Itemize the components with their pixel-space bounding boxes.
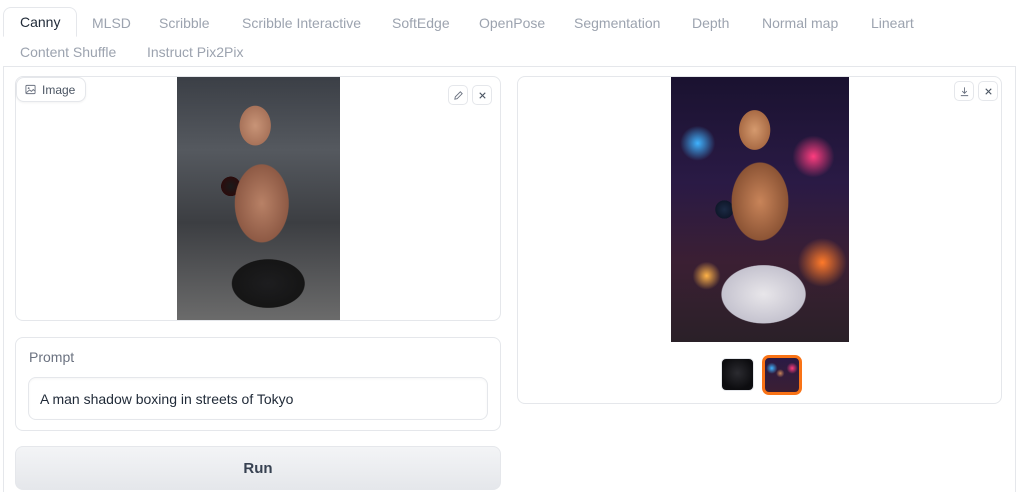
edit-button[interactable] [448, 85, 468, 105]
tab-openpose[interactable]: OpenPose [479, 14, 545, 32]
prompt-input[interactable] [28, 377, 488, 420]
tab-scribble-interactive[interactable]: Scribble Interactive [242, 14, 361, 32]
tab-scribble[interactable]: Scribble [159, 14, 210, 32]
tab-content-shuffle[interactable]: Content Shuffle [20, 43, 116, 61]
download-icon [959, 86, 970, 97]
gallery-thumbnail-1[interactable] [721, 358, 754, 391]
run-button[interactable]: Run [15, 446, 501, 490]
prompt-label: Prompt [29, 349, 75, 365]
image-icon [25, 84, 36, 95]
output-image[interactable] [671, 77, 849, 342]
close-icon [983, 86, 994, 97]
close-icon [477, 90, 488, 101]
tab-canny[interactable]: Canny [3, 7, 78, 37]
tab-segmentation[interactable]: Segmentation [574, 14, 660, 32]
tab-bar: Canny MLSD Scribble Scribble Interactive… [0, 0, 1024, 66]
tab-depth[interactable]: Depth [692, 14, 729, 32]
input-image [177, 77, 340, 320]
image-label: Image [16, 77, 87, 102]
tab-mlsd[interactable]: MLSD [92, 14, 131, 32]
tab-softedge[interactable]: SoftEdge [392, 14, 450, 32]
edit-icon [453, 90, 464, 101]
download-button[interactable] [954, 81, 974, 101]
tab-normal-map[interactable]: Normal map [762, 14, 838, 32]
tab-instruct-pix2pix[interactable]: Instruct Pix2Pix [147, 43, 243, 61]
gallery-thumbnail-2[interactable] [762, 355, 802, 395]
clear-input-button[interactable] [472, 85, 492, 105]
close-output-button[interactable] [978, 81, 998, 101]
image-label-text: Image [42, 82, 76, 97]
tab-lineart[interactable]: Lineart [871, 14, 914, 32]
